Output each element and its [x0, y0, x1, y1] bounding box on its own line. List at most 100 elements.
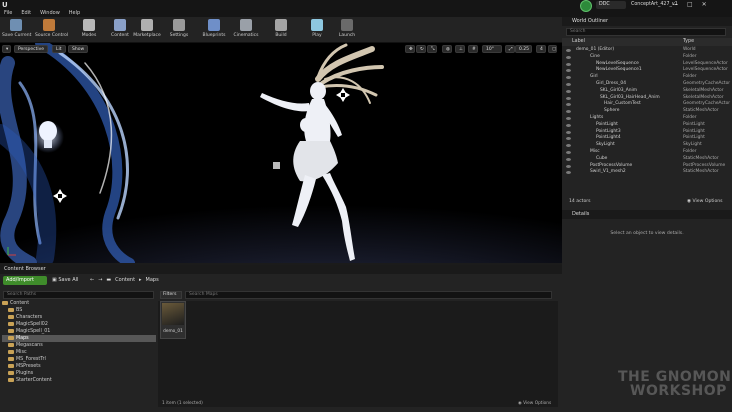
viewport-options-button[interactable]: ▾ [2, 45, 11, 53]
folder-mspresets[interactable]: MSPresets [2, 363, 156, 370]
scale-snap-button[interactable]: 0.25 [515, 45, 532, 53]
view-options-button[interactable]: ◉ View Options [518, 401, 551, 406]
eye-icon[interactable] [566, 62, 571, 66]
folder-misc[interactable]: Misc [2, 349, 156, 356]
outliner-row[interactable]: SkyLight SkyLight [562, 142, 732, 149]
outliner-view-options-button[interactable]: ◉ View Options [687, 199, 723, 204]
source-control-button[interactable]: Source Control [35, 18, 68, 42]
folder-plugins[interactable]: Plugins [2, 370, 156, 377]
modes-button[interactable]: Modes [75, 18, 103, 42]
maximize-button[interactable]: □ [687, 1, 693, 8]
menu-help[interactable]: Help [69, 10, 80, 16]
outliner-row[interactable]: demo_01 (Editor) World [562, 47, 732, 54]
outliner-row[interactable]: NewLevelSequence1 LevelSequenceActor [562, 67, 732, 74]
menu-file[interactable]: File [4, 10, 12, 16]
marketplace-button[interactable]: Marketplace [133, 18, 161, 42]
outliner-row[interactable]: Girl_Dress_04 GeometryCacheActor [562, 81, 732, 88]
eye-icon[interactable] [566, 151, 571, 154]
translate-tool-button[interactable]: ✥ [405, 45, 415, 53]
cinematics-button[interactable]: Cinematics [232, 18, 260, 42]
eye-icon[interactable] [566, 164, 571, 168]
outliner-row[interactable]: Misc Folder [562, 149, 732, 156]
eye-icon[interactable] [566, 110, 571, 114]
save-current-button[interactable]: Save Current [2, 18, 31, 42]
asset-tile-demo-01[interactable]: demo_01 [160, 301, 186, 339]
details-tab[interactable]: Details [562, 210, 732, 219]
outliner-row[interactable]: Sphere StaticMeshActor [562, 108, 732, 115]
eye-icon[interactable] [566, 83, 571, 86]
outliner-row[interactable]: Swirl_V1_mesh2 StaticMeshActor [562, 169, 732, 176]
label-column-header[interactable]: Label [572, 38, 585, 46]
eye-icon[interactable] [566, 171, 571, 175]
outliner-row[interactable]: Girl Folder [562, 74, 732, 81]
project-tab-main[interactable]: ConceptArt_427_v1 [628, 1, 678, 9]
folder-characters[interactable]: Characters [2, 314, 156, 321]
eye-icon[interactable] [566, 69, 571, 73]
eye-icon[interactable] [566, 123, 571, 127]
lit-button[interactable]: Lit [52, 45, 66, 53]
world-outliner-tab[interactable]: World Outliner [562, 17, 732, 26]
outliner-row[interactable]: Lights Folder [562, 115, 732, 122]
eye-icon[interactable] [566, 103, 571, 107]
back-arrow-icon[interactable]: ← [90, 276, 94, 285]
world-local-button[interactable]: ◍ [442, 45, 452, 53]
forward-arrow-icon[interactable]: → [98, 276, 102, 285]
eye-icon[interactable] [566, 89, 571, 93]
camera-speed-button[interactable]: 4 [536, 45, 546, 53]
eye-icon[interactable] [566, 76, 571, 80]
folder-magicspell02[interactable]: MagicSpell02 [2, 321, 156, 328]
blueprints-button[interactable]: Blueprints [200, 18, 228, 42]
outliner-row[interactable]: PointLight4 PointLight [562, 135, 732, 142]
content-button[interactable]: Content [106, 18, 134, 42]
grid-snap-button[interactable]: # [468, 45, 478, 53]
eye-icon[interactable] [566, 55, 571, 59]
show-button[interactable]: Show [68, 45, 89, 53]
project-tab-ddc[interactable]: DDC [596, 1, 626, 9]
folder-megascans[interactable]: Megascans [2, 342, 156, 349]
outliner-row[interactable]: Cube StaticMeshActor [562, 156, 732, 163]
maximize-viewport-button[interactable]: ▢ [548, 45, 557, 53]
close-button[interactable]: ✕ [702, 1, 707, 8]
filters-button[interactable]: Filters [160, 291, 182, 299]
menu-window[interactable]: Window [40, 10, 60, 16]
eye-icon[interactable] [566, 117, 571, 120]
add-import-button[interactable]: Add/Import [3, 276, 47, 285]
minimize-button[interactable]: — [672, 1, 678, 8]
eye-icon[interactable] [566, 137, 571, 141]
eye-icon[interactable] [566, 157, 571, 161]
rotate-tool-button[interactable]: ↻ [416, 45, 426, 53]
settings-button[interactable]: Settings [165, 18, 193, 42]
eye-icon[interactable] [566, 49, 571, 52]
perspective-button[interactable]: Perspective [14, 45, 49, 53]
folder-magicspell-01[interactable]: MagicSpell_01 [2, 328, 156, 335]
outliner-row[interactable]: PointLight3 PointLight [562, 129, 732, 136]
search-paths-input[interactable]: Search Paths [3, 291, 154, 299]
lightbulb-icon[interactable] [39, 121, 57, 141]
surface-snap-button[interactable]: ⊥ [455, 45, 465, 53]
eye-icon[interactable] [566, 144, 571, 148]
source-control-status-icon[interactable] [580, 0, 592, 12]
scale-snap-icon-button[interactable]: ⤢ [505, 45, 515, 53]
folder-ms-foresttrl[interactable]: MS_ForestTrl [2, 356, 156, 363]
outliner-row[interactable]: PointLight PointLight [562, 122, 732, 129]
build-button[interactable]: Build [267, 18, 295, 42]
folder-startercontent[interactable]: StarterContent [2, 377, 156, 384]
eye-icon[interactable] [566, 96, 571, 100]
content-browser-tab[interactable]: Content Browser [0, 265, 562, 274]
folder-content[interactable]: Content [2, 300, 156, 307]
breadcrumb-maps[interactable]: Maps [146, 276, 159, 285]
save-all-button[interactable]: ▣ Save All [52, 276, 78, 285]
play-button[interactable]: Play [303, 18, 331, 42]
outliner-row[interactable]: SKL_Girl03_Anim SkeletalMeshActor [562, 88, 732, 95]
scale-tool-button[interactable]: ⤡ [427, 45, 437, 53]
level-viewport[interactable]: ▾ Perspective Lit Show ✥ ↻ ⤡ ◍ ⊥ # 10° ⤢… [0, 43, 562, 263]
launch-button[interactable]: Launch [333, 18, 361, 42]
menu-edit[interactable]: Edit [21, 10, 31, 16]
eye-icon[interactable] [566, 130, 571, 134]
type-column-header[interactable]: Type [683, 38, 694, 46]
breadcrumb-content[interactable]: Content [115, 276, 135, 285]
rotation-snap-button[interactable]: 10° [482, 45, 502, 53]
folder-maps[interactable]: Maps [2, 335, 156, 342]
search-maps-input[interactable]: Search Maps [185, 291, 552, 299]
folder-bs[interactable]: BS [2, 307, 156, 314]
